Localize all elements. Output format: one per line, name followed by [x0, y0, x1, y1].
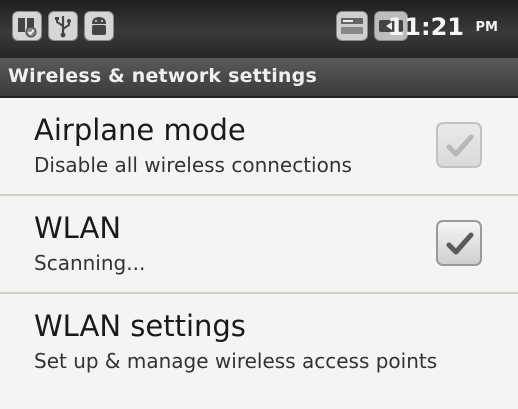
setting-wlan[interactable]: WLAN Scanning... — [0, 196, 518, 292]
airplane-mode-checkbox[interactable] — [436, 122, 482, 168]
setting-summary: Disable all wireless connections — [34, 153, 352, 177]
settings-list: Airplane mode Disable all wireless conne… — [0, 98, 518, 390]
setting-summary: Set up & manage wireless access points — [34, 349, 438, 373]
wlan-checkbox[interactable] — [436, 220, 482, 266]
clock-time: 11:21 — [387, 13, 464, 41]
clock-ampm: PM — [475, 20, 498, 35]
debug-icon — [12, 11, 42, 41]
setting-wlan-settings[interactable]: WLAN settings Set up & manage wireless a… — [0, 294, 518, 390]
status-bar: 11:21 PM — [0, 0, 518, 58]
setting-summary: Scanning... — [34, 251, 146, 275]
title-bar: Wireless & network settings — [0, 58, 518, 98]
checkmark-icon — [446, 134, 474, 157]
signal-icon — [336, 11, 368, 41]
android-icon — [84, 11, 114, 41]
setting-title: WLAN settings — [34, 309, 246, 343]
setting-title: WLAN — [34, 211, 122, 245]
page-title: Wireless & network settings — [8, 65, 317, 87]
setting-airplane-mode[interactable]: Airplane mode Disable all wireless conne… — [0, 98, 518, 194]
checkmark-icon — [446, 232, 474, 255]
usb-icon — [48, 11, 78, 41]
settings-screen: 11:21 PM Wireless & network settings Air… — [0, 0, 518, 409]
setting-title: Airplane mode — [34, 113, 246, 147]
